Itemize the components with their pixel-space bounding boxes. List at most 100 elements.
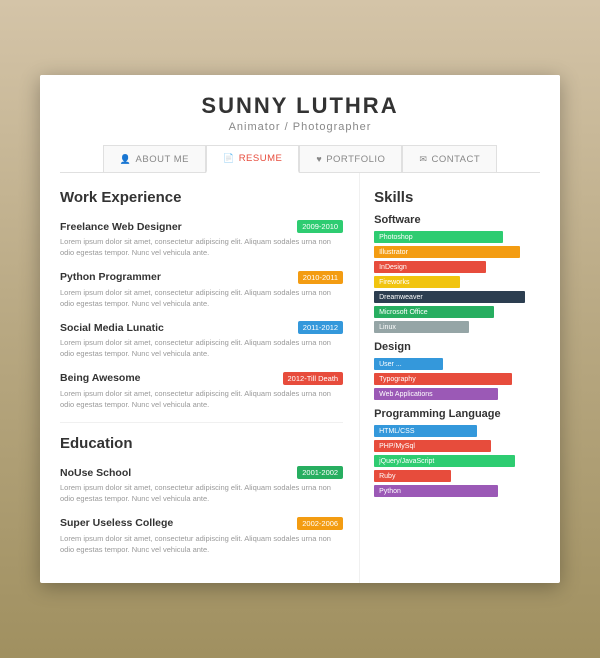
skills-title: Skills [374,189,546,206]
skill-bar: Dreamweaver [374,291,525,303]
skill-label: Python [379,488,401,495]
skill-bar-container: Illustrator [374,246,546,258]
right-column: Skills Software Photoshop Illustrator InDes… [360,173,560,583]
education-title: Education [60,435,343,456]
work-description: Lorem ipsum dolor sit amet, consectetur … [60,388,343,411]
work-item: Python Programmer 2010-2011 Lorem ipsum … [60,271,343,310]
skill-bar: Web Applications [374,388,498,400]
work-date: 2012-Till Death [283,372,344,385]
skill-label: Illustrator [379,249,408,256]
work-description: Lorem ipsum dolor sit amet, consectetur … [60,337,343,360]
skills-container: Software Photoshop Illustrator InDesign Fire… [374,214,546,497]
work-description: Lorem ipsum dolor sit amet, consectetur … [60,236,343,259]
education-items-container: NoUse School 2001-2002 Lorem ipsum dolor… [60,466,343,555]
edu-title: Super Useless College [60,517,173,529]
work-experience-title: Work Experience [60,189,343,210]
skill-label: Microsoft Office [379,309,428,316]
work-date: 2011-2012 [298,321,343,334]
skill-bar: Fireworks [374,276,460,288]
education-item: Super Useless College 2002-2006 Lorem ip… [60,517,343,556]
work-description: Lorem ipsum dolor sit amet, consectetur … [60,287,343,310]
skills-category-title: Design [374,341,546,353]
skill-bar-container: InDesign [374,261,546,273]
work-title: Social Media Lunatic [60,322,164,334]
skill-bar-container: Microsoft Office [374,306,546,318]
skills-category-title: Software [374,214,546,226]
work-date: 2009-2010 [297,220,343,233]
nav-item-resume[interactable]: 📄 RESUME [206,145,299,173]
nav-icon: ✉ [419,154,427,165]
resume-card: SUNNY LUTHRA Animator / Photographer 👤 AB… [40,75,560,583]
edu-title: NoUse School [60,467,131,479]
skill-bar-container: Dreamweaver [374,291,546,303]
skill-bar-container: User ... [374,358,546,370]
skills-category: Programming Language HTML/CSS PHP/MySql jQu… [374,408,546,497]
nav-item-about-me[interactable]: 👤 ABOUT ME [103,145,206,172]
skills-category: Design User ... Typography Web Applications [374,341,546,400]
skills-category: Software Photoshop Illustrator InDesign Fire… [374,214,546,333]
skill-label: Linux [379,324,396,331]
nav-icon: ♥ [316,154,322,164]
skill-bar: Ruby [374,470,451,482]
skill-bar-container: Linux [374,321,546,333]
skill-label: User ... [379,361,402,368]
skill-label: Ruby [379,473,395,480]
skill-label: InDesign [379,264,407,271]
work-title: Freelance Web Designer [60,221,182,233]
nav-label: CONTACT [431,154,480,165]
nav-icon: 📄 [223,153,235,164]
work-title: Python Programmer [60,271,161,283]
skill-bar: jQuery/JavaScript [374,455,515,467]
skill-label: Fireworks [379,279,409,286]
skill-bar-container: Fireworks [374,276,546,288]
skill-label: HTML/CSS [379,428,414,435]
person-title: Animator / Photographer [60,121,540,133]
skill-bar-container: Typography [374,373,546,385]
skill-bar: HTML/CSS [374,425,477,437]
work-item: Being Awesome 2012-Till Death Lorem ipsu… [60,372,343,411]
skills-category-title: Programming Language [374,408,546,420]
skill-bar: PHP/MySql [374,440,491,452]
edu-date: 2002-2006 [297,517,343,530]
skill-bar: Microsoft Office [374,306,494,318]
skill-bar-container: jQuery/JavaScript [374,455,546,467]
skill-bar: Typography [374,373,512,385]
work-title: Being Awesome [60,372,141,384]
edu-date: 2001-2002 [297,466,343,479]
skill-label: PHP/MySql [379,443,415,450]
nav-item-contact[interactable]: ✉ CONTACT [402,145,497,172]
skill-bar: Photoshop [374,231,503,243]
navigation: 👤 ABOUT ME 📄 RESUME ♥ PORTFOLIO ✉ CONTACT [60,145,540,173]
skill-label: Typography [379,376,416,383]
skill-bar: User ... [374,358,443,370]
header: SUNNY LUTHRA Animator / Photographer 👤 AB… [40,75,560,173]
nav-icon: 👤 [120,154,132,165]
work-item: Social Media Lunatic 2011-2012 Lorem ips… [60,321,343,360]
skill-bar: InDesign [374,261,486,273]
skill-bar-container: HTML/CSS [374,425,546,437]
education-item: NoUse School 2001-2002 Lorem ipsum dolor… [60,466,343,505]
skill-bar: Linux [374,321,469,333]
left-column: Work Experience Freelance Web Designer 2… [40,173,360,583]
nav-label: RESUME [239,153,283,164]
edu-description: Lorem ipsum dolor sit amet, consectetur … [60,533,343,556]
work-date: 2010-2011 [298,271,343,284]
nav-label: PORTFOLIO [326,154,385,165]
work-item: Freelance Web Designer 2009-2010 Lorem i… [60,220,343,259]
skill-bar-container: Photoshop [374,231,546,243]
person-name: SUNNY LUTHRA [60,93,540,119]
skill-bar-container: Python [374,485,546,497]
skill-label: Dreamweaver [379,294,423,301]
nav-item-portfolio[interactable]: ♥ PORTFOLIO [299,145,402,172]
skill-label: Photoshop [379,234,412,241]
skill-bar: Python [374,485,498,497]
main-content: Work Experience Freelance Web Designer 2… [40,173,560,583]
skill-label: Web Applications [379,391,433,398]
skill-bar-container: Ruby [374,470,546,482]
edu-description: Lorem ipsum dolor sit amet, consectetur … [60,482,343,505]
work-items-container: Freelance Web Designer 2009-2010 Lorem i… [60,220,343,410]
skill-bar: Illustrator [374,246,520,258]
skill-bar-container: Web Applications [374,388,546,400]
nav-label: ABOUT ME [136,154,189,165]
skill-label: jQuery/JavaScript [379,458,434,465]
